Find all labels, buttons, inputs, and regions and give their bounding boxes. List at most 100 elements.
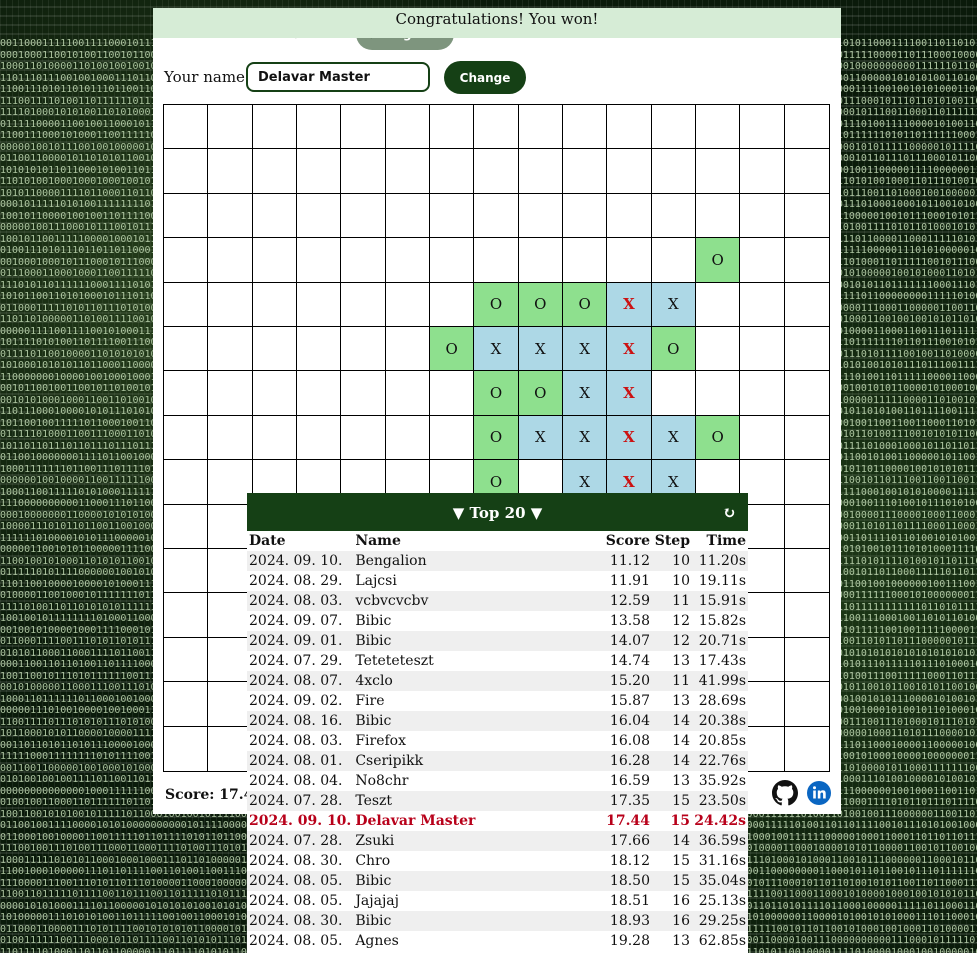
board-cell[interactable] [385, 149, 430, 194]
board-cell[interactable] [296, 149, 342, 194]
board-cell[interactable] [784, 504, 829, 549]
board-cell[interactable] [518, 238, 563, 283]
board-cell[interactable] [429, 238, 475, 283]
board-cell[interactable] [385, 282, 430, 327]
board-cell[interactable] [164, 238, 209, 283]
name-input[interactable] [246, 62, 430, 92]
board-cell[interactable]: O [518, 371, 563, 416]
board-cell[interactable] [740, 149, 785, 194]
board-cell[interactable] [784, 593, 829, 638]
board-cell[interactable] [385, 193, 430, 239]
board-cell[interactable]: X [607, 327, 652, 372]
board-cell[interactable] [208, 593, 253, 638]
board-cell[interactable] [784, 460, 829, 505]
board-cell[interactable] [784, 371, 829, 416]
leaderboard-toggle[interactable]: ▼ Top 20 ▼ ↻ [247, 493, 748, 531]
board-cell[interactable]: O [518, 282, 563, 327]
board-cell[interactable] [164, 193, 209, 239]
linkedin-icon[interactable] [806, 780, 832, 806]
board-cell[interactable] [695, 149, 741, 194]
board-cell[interactable] [296, 193, 342, 239]
board-cell[interactable] [784, 682, 829, 727]
board-cell[interactable] [341, 149, 386, 194]
board-cell[interactable] [296, 327, 342, 372]
board-cell[interactable] [740, 415, 785, 461]
board-cell[interactable] [740, 105, 785, 150]
board-cell[interactable] [562, 238, 608, 283]
board-cell[interactable] [784, 282, 829, 327]
board-cell[interactable] [208, 105, 253, 150]
board-cell[interactable] [740, 371, 785, 416]
board-cell[interactable] [518, 105, 563, 150]
board-cell[interactable]: O [562, 282, 608, 327]
board-cell[interactable] [385, 105, 430, 150]
board-cell[interactable] [607, 105, 652, 150]
board-cell[interactable] [474, 105, 519, 150]
board-cell[interactable] [562, 149, 608, 194]
board-cell[interactable] [695, 193, 741, 239]
board-cell[interactable] [296, 282, 342, 327]
board-cell[interactable]: X [562, 327, 608, 372]
board-cell[interactable] [385, 371, 430, 416]
board-cell[interactable] [208, 460, 253, 505]
board-cell[interactable] [164, 460, 209, 505]
board-cell[interactable] [164, 105, 209, 150]
refresh-icon[interactable]: ↻ [723, 493, 736, 533]
board-cell[interactable] [385, 415, 430, 461]
board-cell[interactable] [296, 105, 342, 150]
board-cell[interactable] [341, 193, 386, 239]
board-cell[interactable]: X [562, 371, 608, 416]
board-cell[interactable] [164, 549, 209, 594]
board-cell[interactable] [341, 371, 386, 416]
board-cell[interactable] [208, 371, 253, 416]
board-cell[interactable] [252, 371, 297, 416]
board-cell[interactable] [208, 726, 253, 771]
board-cell[interactable] [164, 371, 209, 416]
github-icon[interactable] [772, 780, 798, 806]
board-cell[interactable] [518, 149, 563, 194]
board-cell[interactable] [784, 238, 829, 283]
board-cell[interactable] [740, 238, 785, 283]
change-name-button[interactable]: Change [444, 61, 526, 94]
board-cell[interactable] [296, 371, 342, 416]
board-cell[interactable] [651, 238, 696, 283]
board-cell[interactable] [740, 327, 785, 372]
board-cell[interactable] [164, 637, 209, 683]
board-cell[interactable] [784, 415, 829, 461]
board-cell[interactable] [651, 371, 696, 416]
board-cell[interactable]: X [607, 282, 652, 327]
board-cell[interactable] [208, 637, 253, 683]
board-cell[interactable] [784, 549, 829, 594]
board-cell[interactable] [562, 193, 608, 239]
board-cell[interactable] [784, 726, 829, 771]
board-cell[interactable] [252, 149, 297, 194]
board-cell[interactable]: X [607, 415, 652, 461]
board-cell[interactable] [474, 238, 519, 283]
board-cell[interactable] [164, 327, 209, 372]
board-cell[interactable] [651, 193, 696, 239]
board-cell[interactable] [740, 193, 785, 239]
board-cell[interactable]: X [518, 327, 563, 372]
board-cell[interactable] [607, 149, 652, 194]
board-cell[interactable] [429, 371, 475, 416]
board-cell[interactable] [208, 149, 253, 194]
board-cell[interactable] [695, 327, 741, 372]
board-cell[interactable] [164, 282, 209, 327]
board-cell[interactable] [429, 149, 475, 194]
board-cell[interactable]: X [651, 282, 696, 327]
board-cell[interactable]: O [651, 327, 696, 372]
board-cell[interactable]: O [474, 371, 519, 416]
board-cell[interactable] [341, 105, 386, 150]
board-cell[interactable] [429, 415, 475, 461]
board-cell[interactable] [784, 105, 829, 150]
board-cell[interactable] [296, 238, 342, 283]
board-cell[interactable] [695, 282, 741, 327]
board-cell[interactable]: O [429, 327, 475, 372]
board-cell[interactable] [208, 504, 253, 549]
board-cell[interactable] [252, 238, 297, 283]
board-cell[interactable]: X [474, 327, 519, 372]
board-cell[interactable] [164, 149, 209, 194]
board-cell[interactable] [208, 682, 253, 727]
board-cell[interactable] [651, 149, 696, 194]
board-cell[interactable] [208, 238, 253, 283]
